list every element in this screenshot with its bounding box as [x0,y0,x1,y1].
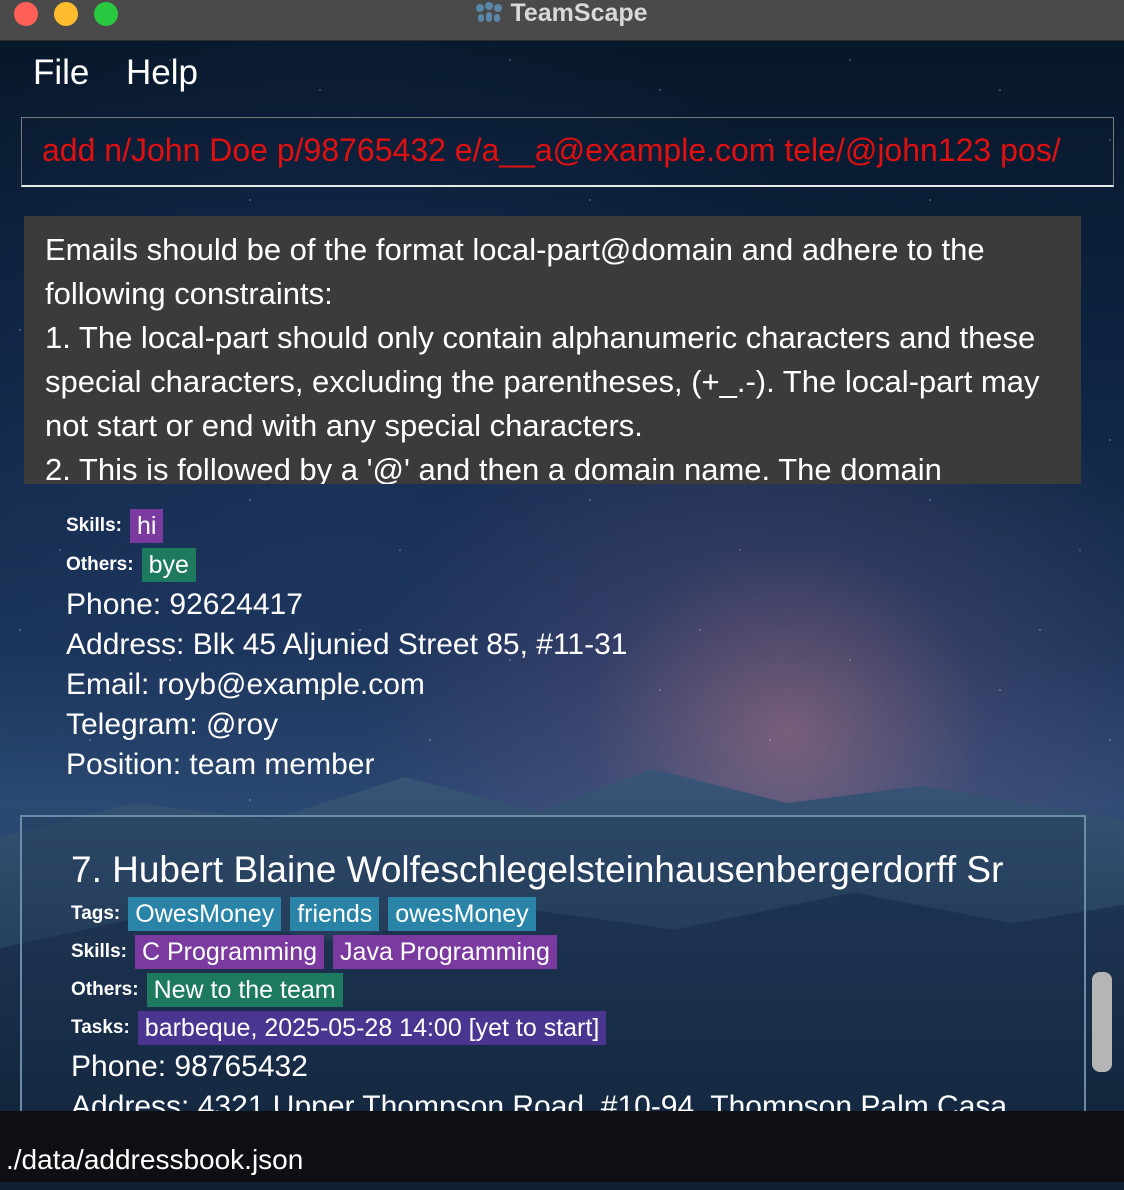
result-message: Emails should be of the format local-par… [45,232,1040,484]
position-text: Position: team member [66,748,375,781]
skills-label: Skills: [66,515,122,536]
others-label: Others: [71,979,139,1000]
address-text: Address: Blk 45 Aljunied Street 85, #11-… [66,628,628,661]
tags-label: Tags: [71,903,121,924]
title-bar: TeamScape [0,0,1124,41]
command-input[interactable]: add n/John Doe p/98765432 e/a__a@example… [21,117,1114,187]
telegram-text: Telegram: @roy [66,708,279,741]
phone-text: Phone: 98765432 [71,1050,308,1083]
skill-chip: Java Programming [333,935,557,969]
status-bar: ./data/addressbook.json [0,1136,1124,1182]
skills-label: Skills: [71,941,127,962]
person-card-selected[interactable]: 7. Hubert Blaine Wolfeschlegelsteinhause… [20,815,1086,1145]
command-input-text[interactable]: add n/John Doe p/98765432 e/a__a@example… [42,132,1061,169]
phone-text: Phone: 92624417 [66,588,303,621]
email-text: Email: royb@example.com [66,668,425,701]
other-chip: bye [141,548,196,582]
tag-chip: owesMoney [388,897,536,931]
tasks-label: Tasks: [71,1017,130,1038]
menu-help[interactable]: Help [126,53,198,93]
result-display[interactable]: Emails should be of the format local-par… [24,216,1081,484]
app-logo-icon [476,2,503,24]
skill-chip: hi [129,509,164,543]
tag-chip: OwesMoney [128,897,282,931]
person-list-scrollbar[interactable] [1092,972,1112,1072]
window-title: TeamScape [510,0,648,27]
save-location-text: ./data/addressbook.json [6,1144,304,1175]
tag-chip: friends [290,897,380,931]
menu-bar: File Help [0,41,1124,105]
others-label: Others: [66,554,134,575]
skill-chip: C Programming [134,935,325,969]
task-chip: barbeque, 2025-05-28 14:00 [yet to start… [137,1011,607,1045]
person-name: 7. Hubert Blaine Wolfeschlegelsteinhause… [71,849,1004,890]
menu-file[interactable]: File [33,53,89,93]
other-chip: New to the team [146,973,343,1007]
person-card-partial[interactable]: Skills: hi Others: bye Phone: 92624417 A… [66,505,1066,785]
